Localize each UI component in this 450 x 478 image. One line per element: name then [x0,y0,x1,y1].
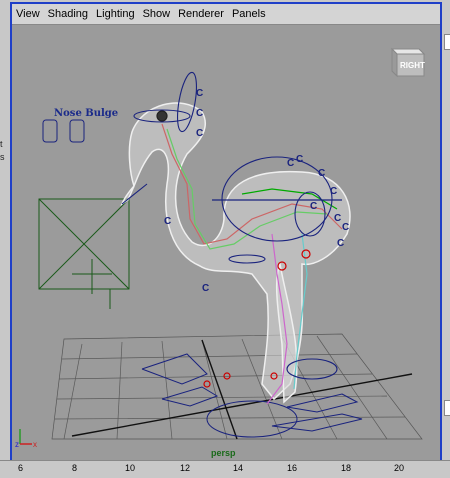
svg-text:x: x [33,440,37,449]
view-cube[interactable]: RIGHT [390,47,426,78]
axis-gizmo: z x [15,429,37,449]
menu-view[interactable]: View [12,4,44,24]
left-panel-char: t [0,139,3,149]
control-marker: C [164,216,171,227]
right-panel-edge [441,0,450,460]
menu-show[interactable]: Show [139,4,175,24]
left-panel-char: s [0,152,5,162]
svg-text:z: z [15,440,19,449]
ruler-tick: 20 [394,463,405,473]
control-marker: C [310,201,317,212]
control-marker: C [342,222,349,233]
menu-panels[interactable]: Panels [228,4,270,24]
scene-3d[interactable]: C C C C C C C C C C C C C RIGHT z x [12,25,440,460]
nose-bulge-controls[interactable] [38,119,130,309]
ground-grid [51,333,423,440]
camera-name-label: persp [211,448,236,458]
menu-lighting[interactable]: Lighting [92,4,139,24]
menu-shading[interactable]: Shading [44,4,92,24]
view-cube-label: RIGHT [400,61,425,70]
control-marker: C [330,186,337,197]
ruler-tick: 14 [233,463,244,473]
control-marker: C [202,283,209,294]
perspective-viewport[interactable]: View Shading Lighting Show Renderer Pane… [10,2,442,462]
control-marker: C [196,108,203,119]
left-panel-edge: t s [0,0,10,460]
control-marker: C [334,213,341,224]
viewport-menu-bar: View Shading Lighting Show Renderer Pane… [12,4,440,25]
control-marker: C [296,154,303,165]
menu-renderer[interactable]: Renderer [174,4,228,24]
control-marker: C [196,128,203,139]
control-marker: C [318,168,325,179]
control-marker: C [287,158,294,169]
nose-bulge-label: Nose Bulge [54,108,119,119]
ruler-tick: 12 [180,463,191,473]
control-marker: C [337,238,344,249]
ruler-tick: 16 [287,463,298,473]
scrollbar-up[interactable] [444,34,450,50]
ruler-tick: 10 [125,463,136,473]
ruler-tick: 18 [341,463,352,473]
control-marker: C [196,88,203,99]
scrollbar-down[interactable] [444,400,450,416]
ruler-tick: 6 [18,463,24,473]
ruler-tick: 8 [72,463,78,473]
time-ruler[interactable]: 6 8 10 12 14 16 18 20 [0,460,450,478]
